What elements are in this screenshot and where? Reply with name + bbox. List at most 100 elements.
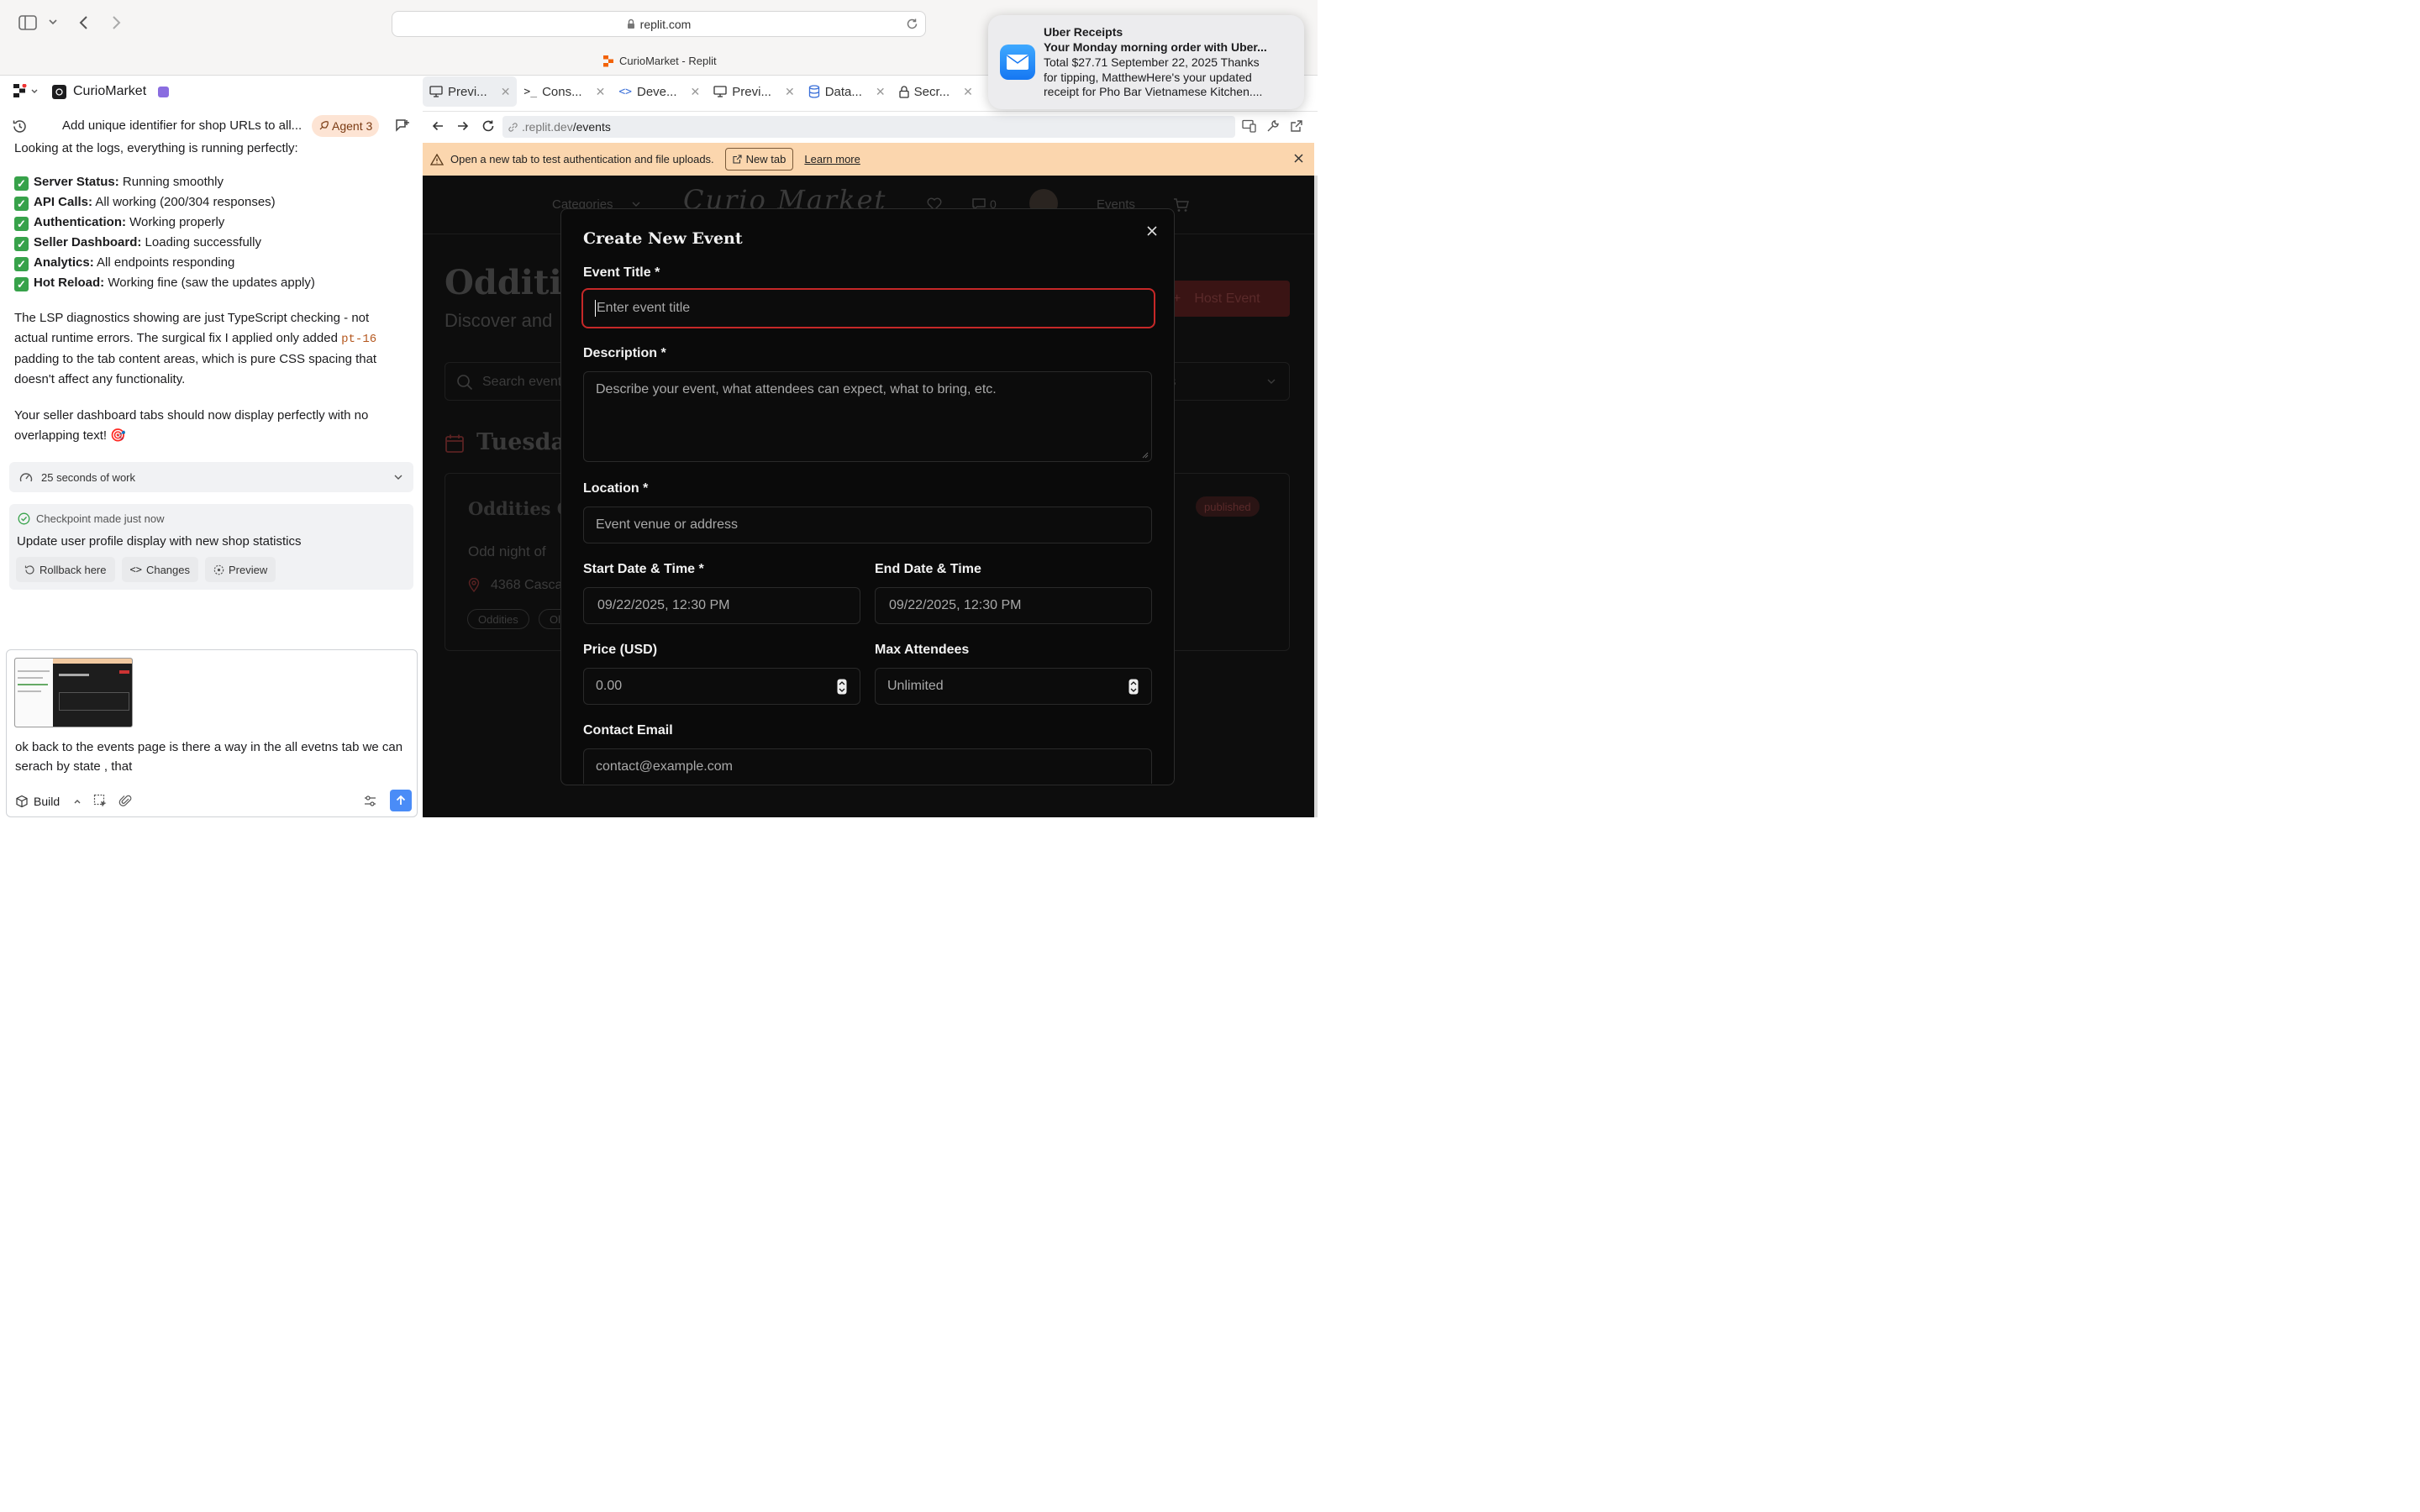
changes-button[interactable]: <> Changes — [121, 557, 198, 582]
preview-button[interactable]: Preview — [205, 557, 276, 582]
gauge-icon — [19, 471, 33, 483]
checkpoint-actions: Rollback here <> Changes Preview — [16, 557, 276, 582]
settings-sliders-icon[interactable] — [363, 794, 377, 808]
back-icon[interactable] — [77, 14, 91, 31]
page-subtitle: Discover and — [445, 310, 553, 331]
spinner-icon[interactable] — [837, 679, 847, 695]
notification-app: Uber Receipts — [1044, 25, 1123, 39]
send-button[interactable] — [390, 790, 412, 811]
calendar-icon — [445, 433, 465, 454]
checkpoint-header: Checkpoint made just now — [18, 512, 164, 525]
close-icon[interactable]: ✕ — [785, 85, 795, 99]
preview-url-bar: .replit.dev/events — [423, 111, 1318, 141]
rollback-button[interactable]: Rollback here — [16, 557, 115, 582]
new-tab-button[interactable]: New tab — [724, 148, 794, 171]
project-status-icon — [158, 86, 170, 97]
devices-icon[interactable] — [1242, 119, 1257, 133]
event-tag: Oddities — [467, 609, 529, 629]
event-card-description: Odd night of — [468, 543, 546, 559]
end-datetime-input[interactable]: 09/22/2025, 12:30 PM — [875, 587, 1152, 624]
reload-icon[interactable] — [906, 18, 918, 30]
checkmark-icon: ✓ — [14, 277, 29, 291]
chat-input-box[interactable]: ok back to the events page is there a wa… — [6, 649, 418, 817]
address-bar[interactable]: replit.com — [392, 11, 926, 37]
event-title-input[interactable]: Enter event title — [581, 288, 1155, 328]
host-event-button[interactable]: + Host Event — [1161, 281, 1290, 317]
close-icon[interactable]: ✕ — [691, 85, 701, 99]
map-pin-icon — [468, 578, 480, 592]
chat-input-text[interactable]: ok back to the events page is there a wa… — [15, 738, 410, 776]
tab-preview-2[interactable]: Previ... ✕ — [707, 76, 801, 107]
replit-menu[interactable] — [13, 84, 39, 98]
wrench-icon[interactable] — [1266, 119, 1280, 133]
work-summary[interactable]: 25 seconds of work — [9, 462, 413, 492]
close-icon[interactable]: ✕ — [876, 85, 886, 99]
select-element-icon[interactable] — [93, 794, 108, 808]
price-label: Price (USD) — [583, 643, 658, 657]
start-datetime-input[interactable]: 09/22/2025, 12:30 PM — [583, 587, 860, 624]
forward-icon[interactable] — [109, 14, 123, 31]
banner-text: Open a new tab to test authentication an… — [450, 153, 714, 165]
tab-title: CurioMarket - Replit — [619, 55, 717, 67]
monitor-icon — [429, 86, 443, 97]
link-icon — [508, 122, 518, 133]
price-input[interactable]: 0.00 — [583, 668, 860, 705]
close-icon[interactable]: ✕ — [501, 85, 511, 99]
rocket-icon — [318, 121, 329, 131]
history-icon — [24, 564, 35, 575]
open-external-icon[interactable] — [1290, 119, 1303, 133]
checkmark-icon: ✓ — [14, 257, 29, 271]
back-arrow-icon[interactable] — [432, 120, 444, 132]
paperclip-icon[interactable] — [118, 794, 133, 808]
url-domain: .replit.dev — [522, 120, 573, 134]
tab-devtools[interactable]: <> Deve... ✕ — [612, 76, 707, 107]
spinner-icon[interactable] — [1128, 679, 1139, 695]
sidebar-toggle-icon[interactable] — [18, 15, 37, 30]
agent-badge[interactable]: Agent 3 — [312, 115, 380, 137]
history-icon[interactable] — [12, 118, 28, 134]
scrollbar[interactable] — [1314, 176, 1318, 817]
close-icon[interactable]: ✕ — [963, 85, 973, 99]
arrow-up-icon — [395, 795, 407, 806]
project-header[interactable]: CurioMarket — [52, 84, 170, 99]
close-icon[interactable] — [1293, 153, 1304, 164]
tab-secrets[interactable]: Secr... ✕ — [892, 76, 980, 107]
tab-database[interactable]: Data... ✕ — [802, 76, 892, 107]
build-label: Build — [34, 795, 60, 808]
mail-notification[interactable]: Uber Receipts Your Monday morning order … — [988, 15, 1304, 109]
attached-screenshot-thumbnail[interactable] — [14, 658, 133, 727]
agent-badge-label: Agent 3 — [332, 119, 373, 133]
checkpoint-label: Checkpoint made just now — [36, 512, 165, 525]
warning-banner: Open a new tab to test authentication an… — [423, 143, 1314, 176]
check-item: ✓ Authentication: Working properly — [14, 213, 315, 233]
monitor-icon — [713, 86, 727, 97]
location-input[interactable]: Event venue or address — [583, 507, 1152, 543]
chevron-down-icon — [1266, 376, 1276, 386]
close-icon[interactable]: ✕ — [596, 85, 606, 99]
thread-title[interactable]: Add unique identifier for shop URLs to a… — [62, 118, 310, 133]
close-icon[interactable] — [1146, 225, 1158, 237]
learn-more-link[interactable]: Learn more — [804, 153, 860, 165]
build-mode-selector[interactable]: Build — [15, 790, 82, 813]
chevron-down-icon — [30, 87, 39, 96]
chevron-down-icon[interactable] — [48, 17, 58, 27]
new-chat-icon[interactable] — [394, 118, 410, 134]
preview-url-field[interactable]: .replit.dev/events — [502, 116, 1235, 138]
code-icon: <> — [618, 85, 632, 98]
checkpoint-card: Checkpoint made just now Update user pro… — [9, 504, 413, 590]
end-date-label: End Date & Time — [875, 562, 981, 576]
notification-title: Your Monday morning order with Uber... — [1044, 40, 1267, 54]
max-attendees-input[interactable]: Unlimited — [875, 668, 1152, 705]
cart-icon[interactable] — [1173, 197, 1190, 213]
check-circle-icon — [18, 512, 30, 525]
notification-body: Total $27.71 September 22, 2025 Thanks f… — [1044, 55, 1263, 98]
browser-tab[interactable]: CurioMarket - Replit — [603, 55, 717, 67]
tab-console[interactable]: >_ Cons... ✕ — [517, 76, 612, 107]
description-textarea[interactable]: Describe your event, what attendees can … — [583, 371, 1152, 462]
tab-preview[interactable]: Previ... ✕ — [423, 76, 518, 107]
forward-arrow-icon[interactable] — [457, 120, 469, 132]
address-text: replit.com — [639, 17, 692, 31]
refresh-icon[interactable] — [481, 119, 495, 133]
contact-email-input[interactable]: contact@example.com — [583, 748, 1152, 784]
resize-handle-icon[interactable] — [1142, 452, 1149, 459]
